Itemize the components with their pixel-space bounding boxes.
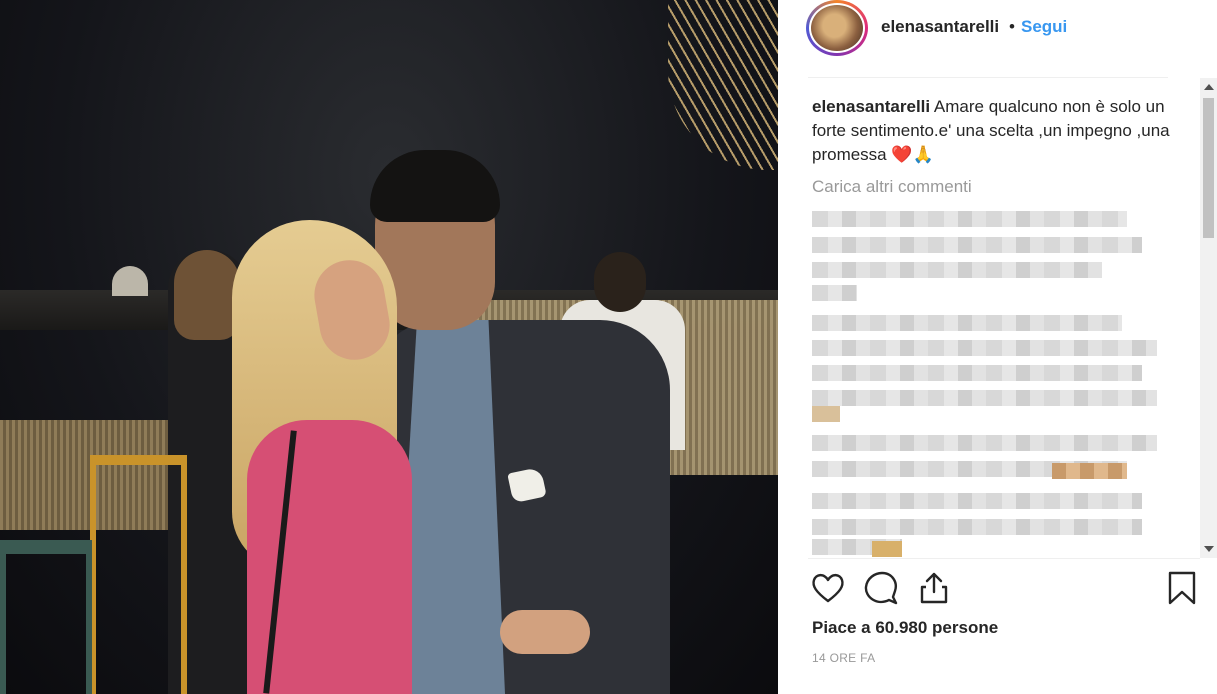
load-more-comments[interactable]: Carica altri commenti	[812, 177, 1192, 197]
blurred-comment	[812, 211, 1127, 227]
scroll-up-arrow-icon[interactable]	[1204, 84, 1214, 90]
post-timestamp[interactable]: 14 ORE FA	[812, 651, 875, 665]
blurred-comment	[812, 340, 1157, 356]
blurred-comment	[812, 519, 1142, 535]
dome-silhouette	[112, 266, 148, 296]
yellow-chair	[90, 455, 187, 694]
blurred-emoji	[812, 406, 840, 422]
comments-list[interactable]: elenasantarelli Amare qualcuno non è sol…	[812, 95, 1192, 560]
header-username[interactable]: elenasantarelli	[881, 17, 999, 37]
heart-outline-icon[interactable]	[810, 570, 846, 606]
blurred-comment	[812, 435, 1157, 451]
post-side-panel: elenasantarelli • Segui elenasantarelli …	[778, 0, 1217, 694]
caption-emoji: ❤️🙏	[891, 145, 934, 164]
blurred-emoji	[872, 541, 902, 557]
blurred-comment	[812, 262, 1102, 278]
hand	[500, 610, 590, 654]
post-photo[interactable]	[0, 0, 778, 694]
header-divider	[808, 77, 1168, 78]
actions-divider	[808, 558, 1200, 559]
woman-figure	[232, 220, 422, 694]
scroll-thumb[interactable]	[1203, 98, 1214, 238]
separator-dot: •	[1009, 17, 1015, 36]
action-bar	[778, 566, 1217, 610]
blurred-comment	[812, 285, 857, 301]
likes-count[interactable]: Piace a 60.980 persone	[812, 618, 998, 638]
caption: elenasantarelli Amare qualcuno non è sol…	[812, 95, 1192, 167]
scroll-down-arrow-icon[interactable]	[1204, 546, 1214, 552]
blurred-comment	[812, 493, 1142, 509]
comments-scrollbar[interactable]	[1200, 78, 1217, 558]
blurred-comment	[812, 365, 1142, 381]
share-upload-icon[interactable]	[916, 570, 952, 606]
teal-stool	[0, 540, 92, 694]
caption-username[interactable]: elenasantarelli	[812, 97, 930, 116]
palm-leaves	[668, 0, 778, 170]
blurred-comment	[812, 390, 1157, 406]
blurred-emoji	[1052, 463, 1127, 479]
post-header: elenasantarelli • Segui	[778, 0, 1217, 75]
speech-bubble-icon[interactable]	[863, 570, 899, 606]
follow-button[interactable]: Segui	[1021, 17, 1067, 37]
avatar[interactable]	[809, 3, 865, 53]
avatar-story-ring[interactable]	[806, 0, 868, 56]
bookmark-icon[interactable]	[1164, 570, 1200, 606]
blurred-comment	[812, 315, 1122, 331]
blurred-comment	[812, 237, 1142, 253]
